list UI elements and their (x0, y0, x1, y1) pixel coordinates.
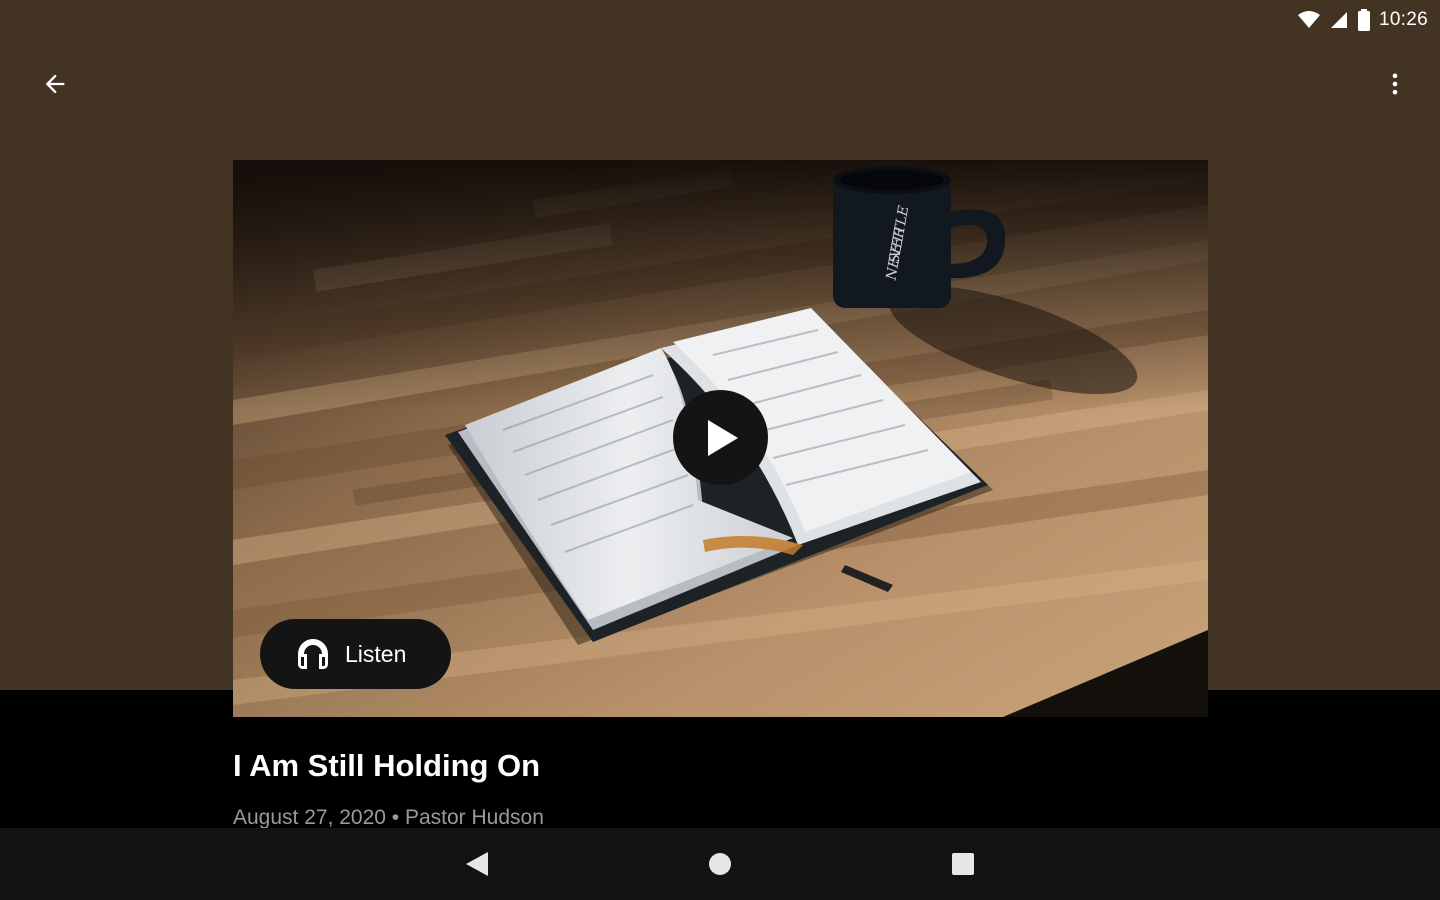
sermon-title: I Am Still Holding On (233, 748, 541, 783)
sermon-detail-screen: 10:26 NEVER SETTLE Listen I Am Still Hol… (0, 0, 1440, 900)
sermon-video-thumbnail[interactable]: NEVER SETTLE Listen (233, 160, 1208, 717)
more-vert-icon (1392, 73, 1398, 95)
nav-home-icon (709, 853, 731, 875)
nav-recents-button[interactable] (939, 840, 987, 888)
listen-button[interactable]: Listen (260, 619, 451, 689)
nav-back-button[interactable] (453, 840, 501, 888)
headphones-icon (298, 638, 328, 669)
nav-recents-icon (952, 853, 974, 875)
status-bar: 10:26 (1297, 0, 1440, 40)
battery-icon (1357, 9, 1370, 31)
play-icon (707, 419, 738, 456)
arrow-left-icon (45, 74, 65, 94)
nav-back-icon (466, 852, 488, 876)
wifi-icon (1297, 11, 1320, 28)
cell-signal-icon (1330, 12, 1347, 28)
nav-home-button[interactable] (696, 840, 744, 888)
more-options-button[interactable] (1371, 60, 1419, 108)
back-button[interactable] (31, 60, 79, 108)
play-button[interactable] (673, 390, 768, 485)
system-navigation-bar (0, 828, 1440, 900)
status-time: 10:26 (1378, 9, 1428, 30)
listen-label: Listen (345, 640, 407, 667)
sermon-meta: August 27, 2020 • Pastor Hudson (233, 806, 544, 828)
